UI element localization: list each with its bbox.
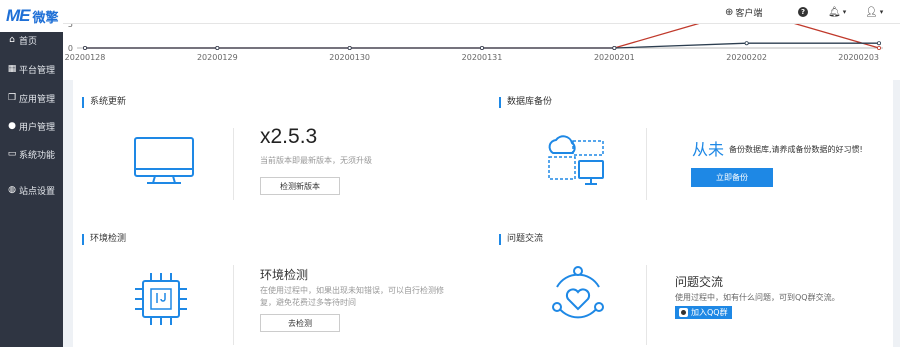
topbar: ⊕ 客户端 ? 🔔︎ ▾ 👤︎ ▾ xyxy=(63,0,900,24)
monitor-icon: ▭ xyxy=(7,149,17,159)
logo-text: 微擎 xyxy=(32,10,59,26)
caret-down-icon: ▾ xyxy=(842,8,847,16)
trend-chart: 5 0 20200128 20200129 20200130 20200131 202002… xyxy=(63,24,900,80)
user-icon: ● xyxy=(8,121,16,131)
user-icon: 👤︎ xyxy=(865,6,878,18)
data-point xyxy=(877,45,882,50)
question-icon: ? xyxy=(798,7,808,17)
check-update-button[interactable]: 检测新版本 xyxy=(260,177,340,195)
x-tick-label: 20200201 xyxy=(594,53,635,62)
y-tick-label: 5 xyxy=(68,24,73,29)
caret-down-icon: ▾ xyxy=(879,8,884,16)
divider xyxy=(233,128,234,200)
qq-icon xyxy=(679,308,688,317)
dashboard-card: 系统更新 x2.5.3 当前版本即最新版本，无须升级 检测新版本 数据库备份 从… xyxy=(73,80,893,347)
data-point xyxy=(877,41,882,46)
env-check-title: 环境检测 xyxy=(82,234,126,245)
sidebar-item-label: 用户管理 xyxy=(19,122,56,133)
bell-icon: 🔔︎ xyxy=(828,6,841,18)
logo[interactable]: ME 微擎 xyxy=(0,0,63,32)
notifications-button[interactable]: 🔔︎ ▾ xyxy=(828,0,846,24)
sidebar-item-users[interactable]: ● 用户管理 xyxy=(0,116,63,136)
env-check-desc: 在使用过程中，如果出现未知错误，可以自行检测修复，避免花费过多等待时间 xyxy=(260,286,444,307)
logo-mark: ME xyxy=(6,6,30,25)
grid-icon: ▦ xyxy=(7,64,17,74)
x-tick-label: 20200130 xyxy=(329,53,370,62)
data-point xyxy=(612,45,617,50)
x-tick-label: 20200131 xyxy=(462,53,503,62)
join-qq-label: 加入QQ群 xyxy=(691,308,728,317)
sidebar-item-home[interactable]: ⌂ 首页 xyxy=(0,30,63,50)
version-status: 当前版本即最新版本，无须升级 xyxy=(260,156,372,165)
help-button[interactable]: ? xyxy=(798,0,808,24)
sidebar-item-label: 应用管理 xyxy=(19,94,56,105)
backup-now-button[interactable]: 立即备份 xyxy=(691,168,773,187)
system-update-title: 系统更新 xyxy=(82,97,126,108)
x-tick-label: 20200203 xyxy=(838,53,879,62)
sidebar-item-apps[interactable]: ❒ 应用管理 xyxy=(0,88,63,108)
data-point xyxy=(215,45,220,50)
qa-heading: 问题交流 xyxy=(675,275,724,289)
series-line-0 xyxy=(85,24,880,49)
chip-icon xyxy=(135,273,187,325)
divider xyxy=(646,128,647,200)
sidebar-item-platform[interactable]: ▦ 平台管理 xyxy=(0,59,63,79)
sidebar: ME 微擎 ⌂ 首页 ▦ 平台管理 ❒ 应用管理 ● 用户管理 ▭ 系统功能 ◍… xyxy=(0,0,63,347)
sidebar-item-label: 系统功能 xyxy=(19,150,56,161)
monitor-icon xyxy=(134,137,194,184)
sidebar-item-site-settings[interactable]: ◍ 站点设置 xyxy=(0,180,63,200)
qa-desc: 使用过程中，如有什么问题，可到QQ群交流。 xyxy=(675,293,840,302)
user-menu-button[interactable]: 👤︎ ▾ xyxy=(865,0,883,24)
sidebar-item-label: 站点设置 xyxy=(19,186,56,197)
backup-tip: 备份数据库,请养成备份数据的好习惯! xyxy=(729,145,863,154)
data-point xyxy=(347,45,352,50)
x-tick-label: 20200128 xyxy=(65,53,106,62)
sidebar-item-system[interactable]: ▭ 系统功能 xyxy=(0,144,63,164)
data-point xyxy=(479,45,484,50)
join-qq-button[interactable]: 加入QQ群 xyxy=(675,306,732,319)
client-link[interactable]: ⊕ 客户端 xyxy=(725,0,762,24)
db-backup-title: 数据库备份 xyxy=(499,97,552,108)
sidebar-item-label: 首页 xyxy=(19,36,38,47)
heart-exchange-icon xyxy=(552,266,604,319)
globe-icon: ⊕ xyxy=(725,6,734,18)
y-tick-label: 0 xyxy=(68,44,73,53)
go-check-button[interactable]: 去检测 xyxy=(260,314,340,332)
last-backup-status: 从未 xyxy=(692,140,725,159)
divider xyxy=(233,265,234,345)
divider xyxy=(646,265,647,345)
home-icon: ⌂ xyxy=(9,35,15,45)
qa-title: 问题交流 xyxy=(499,234,543,245)
data-point xyxy=(744,41,749,46)
version-number: x2.5.3 xyxy=(260,125,318,148)
cube-icon: ❒ xyxy=(7,93,17,103)
cloud-backup-icon xyxy=(548,135,604,185)
sidebar-item-label: 平台管理 xyxy=(19,65,56,76)
globe-icon: ◍ xyxy=(8,185,16,195)
client-label: 客户端 xyxy=(735,8,763,19)
trend-chart-svg: 5 020200128 20200129 20200130 20200131 202002… xyxy=(65,24,883,62)
x-tick-label: 20200129 xyxy=(197,53,238,62)
data-point xyxy=(82,45,87,50)
x-tick-label: 20200202 xyxy=(726,53,767,62)
env-check-heading: 环境检测 xyxy=(260,268,309,282)
